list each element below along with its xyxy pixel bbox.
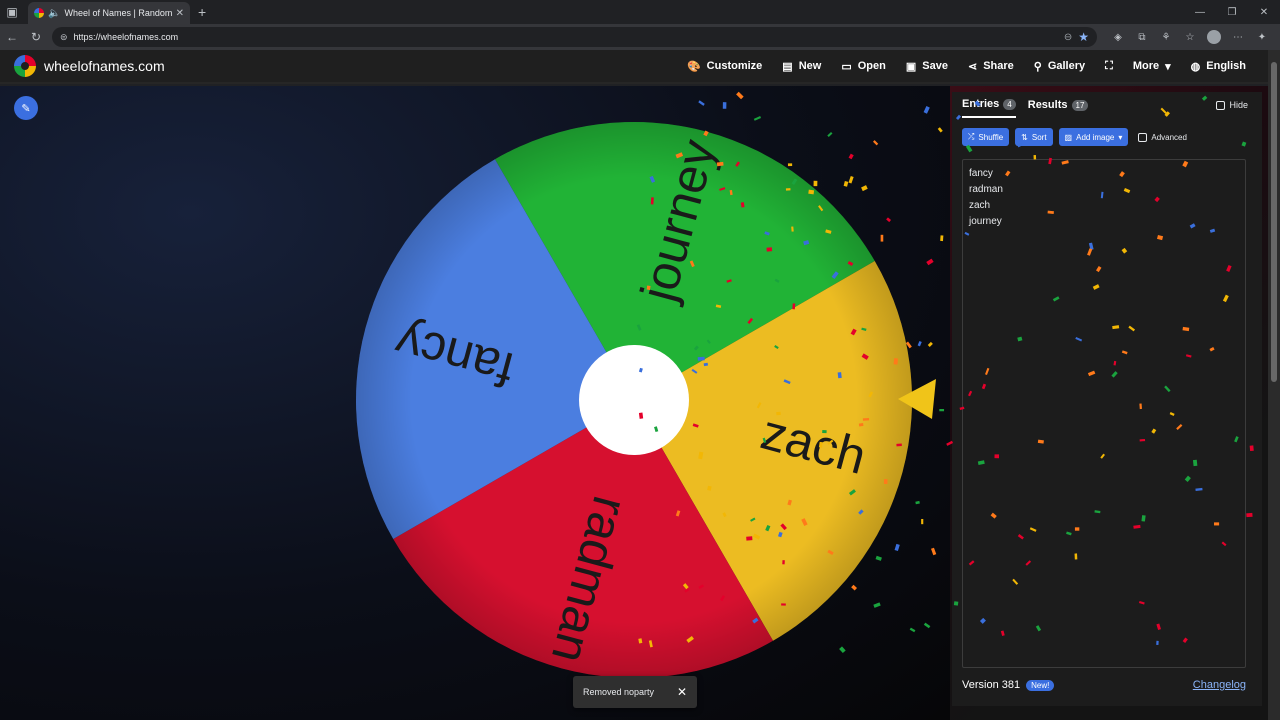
site-info-icon[interactable]: ⊜ <box>60 32 68 43</box>
url-text: https://wheelofnames.com <box>73 32 179 42</box>
scrollbar-thumb[interactable] <box>1271 62 1277 382</box>
omnibox[interactable]: ⊜ https://wheelofnames.com ⊖ ★ <box>52 27 1097 47</box>
entries-textarea[interactable]: fancy radman zach journey <box>962 159 1246 668</box>
chevron-down-icon: ▾ <box>1165 60 1171 73</box>
puzzle-icon[interactable]: ⧉ <box>1133 28 1151 46</box>
advanced-toggle[interactable]: Advanced <box>1138 132 1187 142</box>
logo-icon[interactable] <box>14 55 36 77</box>
profile-avatar[interactable] <box>1205 28 1223 46</box>
fullscreen-button[interactable]: ⛶ <box>1095 49 1123 83</box>
chevron-down-icon: ▾ <box>1118 132 1123 142</box>
hide-checkbox[interactable] <box>1216 100 1226 110</box>
app-header: wheelofnames.com 🎨 Customize ▤ New ▭ Open ▣… <box>0 50 1268 84</box>
entry-line: fancy <box>969 168 993 179</box>
more-button[interactable]: More ▾ <box>1123 49 1181 83</box>
globe-icon: ◍ <box>1190 60 1201 73</box>
favicon-icon <box>34 8 44 18</box>
version-text: Version 381 <box>962 679 1021 691</box>
open-button[interactable]: ▭ Open <box>831 49 896 83</box>
entry-line: radman <box>969 184 1003 195</box>
main-menu: 🎨 Customize ▤ New ▭ Open ▣ Save ⋖ Share ⚲ Gall… <box>677 49 1256 83</box>
shuffle-button[interactable]: ⤮ Shuffle <box>962 128 1010 146</box>
back-icon[interactable]: ← <box>0 24 24 50</box>
folder-icon: ▭ <box>841 60 852 73</box>
close-tab-icon[interactable]: ✕ <box>176 8 184 19</box>
share-icon: ⋖ <box>967 60 978 73</box>
address-bar: ← ↻ ⊜ https://wheelofnames.com ⊖ ★ ◈ ⧉ ⚘… <box>0 24 1280 50</box>
customize-button[interactable]: 🎨 Customize <box>677 49 772 83</box>
restore-icon[interactable]: ❐ <box>1216 0 1248 24</box>
toast-message: Removed noparty <box>583 687 655 697</box>
entries-panel: Entries 4 Results 17 Hide ⤮ Shuffle ⇅ Sort ▨… <box>952 92 1262 706</box>
brand-title[interactable]: wheelofnames.com <box>44 58 165 74</box>
fullscreen-icon: ⛶ <box>1105 59 1113 72</box>
palette-icon: 🎨 <box>686 60 701 73</box>
reload-icon[interactable]: ↻ <box>24 24 48 50</box>
entries-count-badge: 4 <box>1003 98 1016 110</box>
tab-results[interactable]: Results 17 <box>1028 92 1089 118</box>
close-window-icon[interactable]: ✕ <box>1248 0 1280 24</box>
more-menu-icon[interactable]: ⋯ <box>1229 28 1247 46</box>
browser-tab[interactable]: 🔈 Wheel of Names | Random n ✕ <box>28 2 190 24</box>
save-button[interactable]: ▣ Save <box>896 49 958 83</box>
speaker-icon[interactable]: 🔈 <box>48 8 60 19</box>
gallery-button[interactable]: ⚲ Gallery <box>1024 49 1095 83</box>
save-icon: ▣ <box>905 60 917 73</box>
share-button[interactable]: ⋖ Share <box>958 49 1024 83</box>
file-icon: ▤ <box>782 60 793 73</box>
results-count-badge: 17 <box>1071 99 1089 111</box>
language-button[interactable]: ◍ English <box>1181 49 1256 83</box>
changelog-link[interactable]: Changelog <box>1193 679 1246 691</box>
panel-tabs: Entries 4 Results 17 Hide <box>952 92 1262 118</box>
add-image-button[interactable]: ▨ Add image ▾ <box>1058 128 1129 146</box>
advanced-checkbox[interactable] <box>1138 132 1148 142</box>
hide-toggle[interactable]: Hide <box>1216 100 1248 110</box>
sort-button[interactable]: ⇅ Sort <box>1015 128 1053 146</box>
new-badge: New! <box>1026 679 1055 691</box>
extensions: ◈ ⧉ ⚘ ☆ ⋯ ✦ <box>1109 28 1271 46</box>
panel-footer: Version 381 New! Changelog <box>962 679 1246 691</box>
wheel-center-button[interactable] <box>579 345 689 455</box>
sort-icon: ⇅ <box>1021 132 1028 142</box>
extension-icon[interactable]: ◈ <box>1109 28 1127 46</box>
wheel[interactable]: journeyzachradmanfancy <box>0 86 950 720</box>
new-button[interactable]: ▤ New <box>772 49 831 83</box>
image-icon: ▨ <box>1064 132 1073 142</box>
entry-line: zach <box>969 200 991 211</box>
search-icon: ⚲ <box>1033 60 1042 73</box>
tab-entries[interactable]: Entries 4 <box>962 92 1016 118</box>
browser-tab-bar: ▣ 🔈 Wheel of Names | Random n ✕ + — ❐ ✕ <box>0 0 1280 24</box>
window-controls: — ❐ ✕ <box>1184 0 1280 24</box>
wheel-stage: ✎ journeyzachradmanfancy <box>0 86 950 720</box>
copilot-icon[interactable]: ✦ <box>1253 28 1271 46</box>
reader-icon[interactable]: ⊖ <box>1064 32 1072 43</box>
new-tab-icon[interactable]: + <box>198 4 206 20</box>
bookmark-star-icon[interactable]: ★ <box>1078 30 1089 44</box>
minimize-icon[interactable]: — <box>1184 0 1216 24</box>
toast-notification: Removed noparty ✕ <box>573 676 697 708</box>
tab-title: Wheel of Names | Random n <box>64 8 172 18</box>
tab-search-icon[interactable]: ▣ <box>0 0 24 24</box>
favorites-icon[interactable]: ☆ <box>1181 28 1199 46</box>
toast-close-icon[interactable]: ✕ <box>677 685 687 699</box>
shuffle-icon: ⤮ <box>968 132 975 141</box>
entries-toolbar: ⤮ Shuffle ⇅ Sort ▨ Add image ▾ Advanced <box>952 118 1262 146</box>
extension-2-icon[interactable]: ⚘ <box>1157 28 1175 46</box>
page-scrollbar[interactable] <box>1268 50 1280 720</box>
entry-line: journey <box>969 216 1002 227</box>
